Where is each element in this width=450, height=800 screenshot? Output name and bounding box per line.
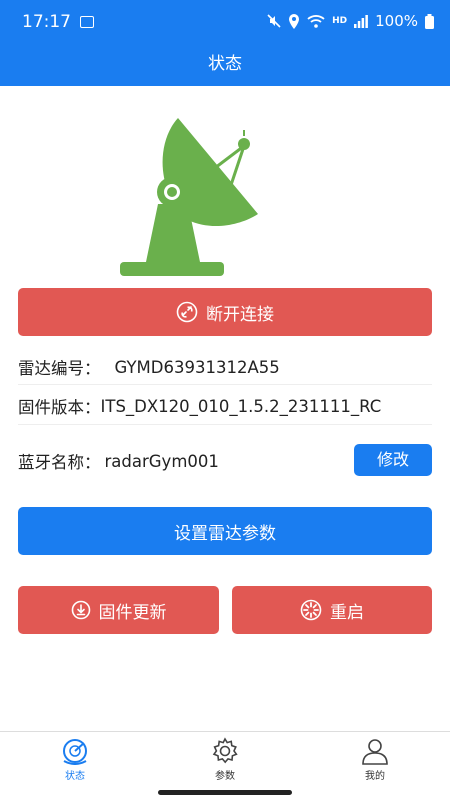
disconnect-button[interactable]: 断开连接 xyxy=(18,288,432,336)
signal-icon xyxy=(354,14,369,28)
disconnect-icon xyxy=(176,301,198,323)
divider xyxy=(18,424,432,425)
tab-status[interactable]: 状态 xyxy=(0,732,150,787)
tab-mine[interactable]: 我的 xyxy=(300,732,450,787)
radar-status-icon xyxy=(63,739,87,765)
status-time: 17:17 xyxy=(22,12,71,32)
tab-params-label: 参数 xyxy=(215,771,235,782)
set-radar-params-label: 设置雷达参数 xyxy=(174,523,276,544)
radar-id-label: 雷达编号： xyxy=(18,359,101,378)
divider xyxy=(18,384,432,385)
status-bar: 17:17 HD 100% xyxy=(0,0,450,46)
firmware-row: 固件版本： ITS_DX120_010_1.5.2_231111_RC xyxy=(18,395,432,418)
status-indicators: HD 100% xyxy=(267,12,434,30)
radar-id-row: 雷达编号： GYMD63931312A55 xyxy=(18,356,432,379)
battery-percent: 100% xyxy=(375,12,418,30)
location-icon xyxy=(289,13,300,29)
bottom-tab-bar: 状态 参数 我的 xyxy=(0,731,450,787)
edit-bluetooth-name-button[interactable]: 修改 xyxy=(354,444,432,476)
restart-icon xyxy=(300,599,322,621)
firmware-update-button[interactable]: 固件更新 xyxy=(18,586,219,634)
network-type: HD xyxy=(332,16,348,26)
page-title: 状态 xyxy=(0,46,450,86)
home-indicator xyxy=(158,790,292,795)
app-notification-icon xyxy=(80,16,94,28)
restart-label: 重启 xyxy=(330,602,364,623)
wifi-icon xyxy=(307,15,325,28)
radar-dish-icon xyxy=(120,118,258,276)
download-icon xyxy=(71,600,90,620)
restart-button[interactable]: 重启 xyxy=(232,586,432,634)
user-icon xyxy=(362,739,388,765)
mute-icon xyxy=(267,14,281,28)
firmware-label: 固件版本： xyxy=(18,398,101,417)
bluetooth-row: 蓝牙名称： radarGym001 xyxy=(18,450,348,473)
set-radar-params-button[interactable]: 设置雷达参数 xyxy=(18,507,432,555)
battery-icon xyxy=(425,13,434,29)
bluetooth-label: 蓝牙名称： xyxy=(18,453,101,472)
bluetooth-name-value: radarGym001 xyxy=(104,451,219,471)
radar-id-value: GYMD63931312A55 xyxy=(114,357,280,377)
disconnect-label: 断开连接 xyxy=(206,304,274,325)
tab-mine-label: 我的 xyxy=(365,771,385,782)
firmware-update-label: 固件更新 xyxy=(98,602,167,623)
tab-status-label: 状态 xyxy=(65,771,85,782)
tab-params[interactable]: 参数 xyxy=(150,732,300,787)
gear-icon xyxy=(212,737,238,764)
firmware-value: ITS_DX120_010_1.5.2_231111_RC xyxy=(100,396,382,416)
